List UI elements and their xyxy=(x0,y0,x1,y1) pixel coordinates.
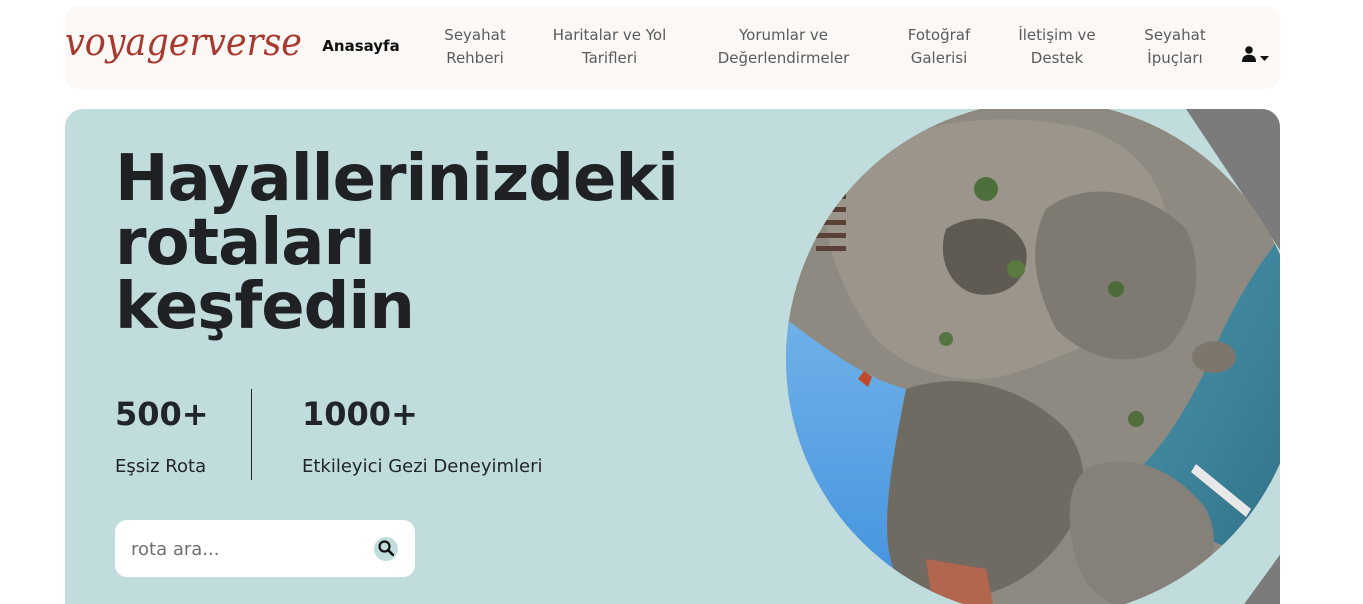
stat-experiences-value: 1000+ xyxy=(302,395,418,433)
search-input[interactable] xyxy=(129,534,363,564)
nav-item-seyahat-rehberi[interactable]: Seyahat Rehberi xyxy=(435,24,515,70)
page: voyagerverse Anasayfa Seyahat Rehberi Ha… xyxy=(0,0,1363,604)
coastal-cliffs-photo xyxy=(786,109,1280,604)
search-icon xyxy=(378,539,395,559)
user-menu-dropdown[interactable] xyxy=(1242,46,1269,66)
hero-section: Hayallerinizdeki rotaları keşfedin 500+ … xyxy=(65,109,1280,604)
search-button[interactable] xyxy=(374,537,398,561)
nav-item-haritalar[interactable]: Haritalar ve Yol Tarifleri xyxy=(547,24,672,70)
nav-item-anasayfa[interactable]: Anasayfa xyxy=(322,35,400,58)
hero-title-line: keşfedin xyxy=(115,270,415,344)
hero-title-line: Hayallerinizdeki xyxy=(115,142,679,216)
hero-title-line: rotaları xyxy=(115,206,376,280)
stat-routes-label: Eşsiz Rota xyxy=(115,456,207,477)
hero-title: Hayallerinizdeki rotaları keşfedin xyxy=(115,142,679,344)
search-box xyxy=(115,520,415,577)
nav-item-iletisim[interactable]: İletişim ve Destek xyxy=(1012,24,1102,70)
navbar: voyagerverse Anasayfa Seyahat Rehberi Ha… xyxy=(65,6,1280,89)
stat-experiences-label: Etkileyici Gezi Deneyimleri xyxy=(302,456,543,477)
stat-routes-value: 500+ xyxy=(115,395,209,433)
stat-divider xyxy=(251,389,252,480)
caret-down-icon xyxy=(1260,47,1269,66)
user-icon xyxy=(1242,46,1256,66)
nav-item-seyahat-ipuclari[interactable]: Seyahat İpuçları xyxy=(1135,24,1215,70)
brand-logo[interactable]: voyagerverse xyxy=(65,20,302,64)
nav-item-fotograf-galerisi[interactable]: Fotoğraf Galerisi xyxy=(899,24,979,70)
nav-item-yorumlar[interactable]: Yorumlar ve Değerlendirmeler xyxy=(711,24,856,70)
